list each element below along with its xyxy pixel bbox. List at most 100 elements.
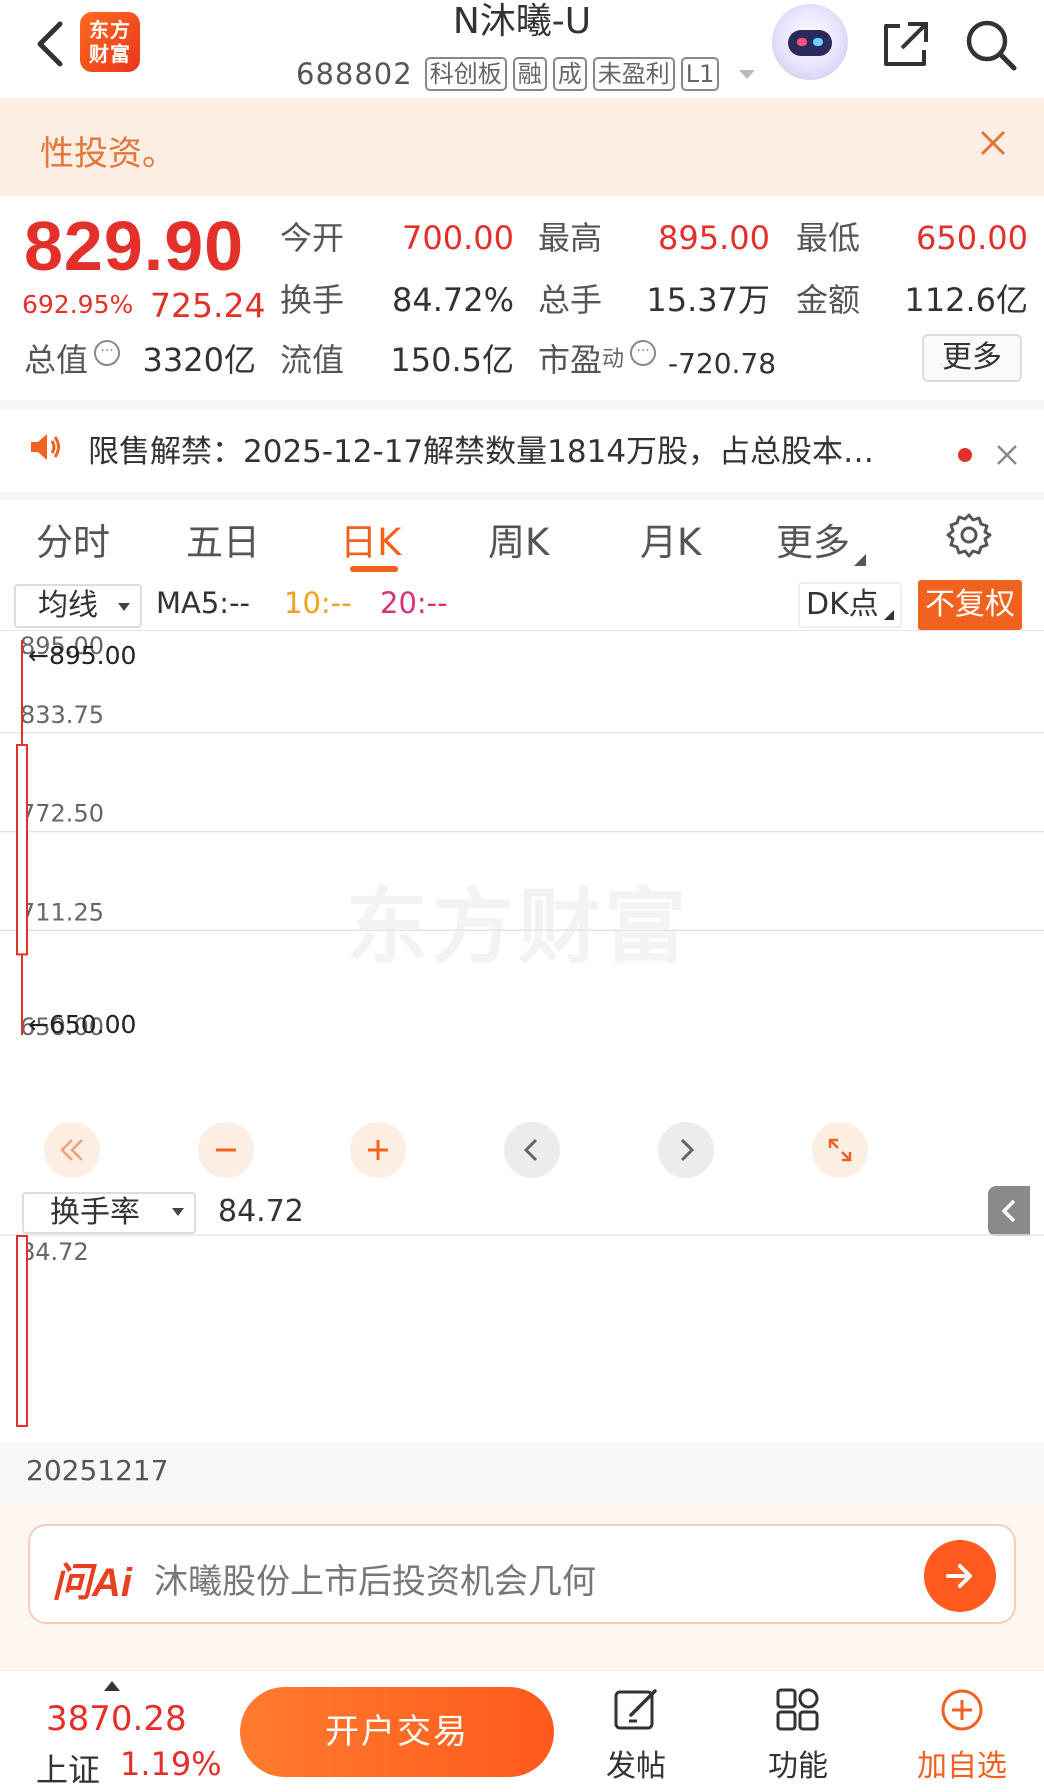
index-value[interactable]: 3870.28 (46, 1699, 187, 1739)
more-button[interactable]: 更多 (922, 334, 1022, 382)
tag-component: 成 (552, 57, 587, 91)
ma20-label: 20:-- (380, 586, 448, 620)
date-axis: 20251217 (0, 1442, 1044, 1504)
divider (0, 400, 1044, 410)
stock-code: 688802 (296, 57, 413, 91)
tab-monthly-k[interactable]: 月K (640, 512, 701, 566)
speaker-icon (31, 434, 60, 460)
dk-point-button[interactable]: DK点 (798, 582, 902, 628)
open-label: 今开 (280, 219, 345, 257)
info-icon[interactable]: ··· (630, 340, 657, 366)
tag-unprofitable: 未盈利 (592, 57, 675, 91)
info-icon[interactable]: ··· (94, 340, 121, 366)
ma-select[interactable]: 均线 (14, 584, 142, 628)
open-value: 700.00 (402, 219, 514, 257)
tab-intraday[interactable]: 分时 (36, 512, 110, 566)
ma10-label: 10:-- (284, 586, 352, 620)
index-percent: 1.19% (120, 1745, 222, 1783)
zoom-in-button[interactable] (350, 1122, 406, 1178)
unlock-notice[interactable]: 限售解禁：2025-12-17解禁数量1814万股，占总股本… (0, 410, 1044, 492)
amount-label: 金额 (796, 281, 861, 319)
banner-text: 性投资。 (40, 134, 176, 174)
turnover-value: 84.72% (391, 281, 514, 319)
pe-label: 市盈动 ··· (538, 340, 657, 380)
risk-banner: 性投资。 (0, 98, 1044, 196)
chevron-down-icon[interactable] (739, 69, 756, 79)
ai-question-box[interactable]: 问Ai 沐曦股份上市后投资机会几何 (28, 1524, 1016, 1624)
arrow-up-icon (104, 1681, 120, 1691)
share-icon[interactable] (878, 18, 932, 72)
index-name: 上证 (36, 1751, 101, 1789)
notice-text: 限售解禁：2025-12-17解禁数量1814万股，占总股本… (88, 434, 875, 470)
nav-post[interactable]: 发帖 (586, 1685, 686, 1785)
add-circle-icon (941, 1689, 983, 1731)
low-value: 650.00 (916, 219, 1028, 257)
search-icon[interactable] (962, 16, 1018, 72)
gear-icon[interactable] (946, 512, 992, 558)
change-amount: 725.24 (150, 286, 266, 325)
no-adjust-button[interactable]: 不复权 (918, 580, 1022, 630)
grid-icon (776, 1688, 819, 1731)
tab-five-day[interactable]: 五日 (186, 512, 260, 566)
high-marker: ←895.00 (28, 641, 136, 670)
float-cap-label: 流值 (280, 341, 345, 379)
tab-weekly-k[interactable]: 周K (488, 512, 549, 566)
close-icon[interactable] (996, 444, 1018, 466)
tab-more[interactable]: 更多 (776, 512, 866, 566)
tag-margin: 融 (512, 57, 547, 91)
tab-daily-k[interactable]: 日K (340, 512, 401, 566)
float-cap-value: 150.5亿 (390, 341, 514, 379)
grid-lines (0, 630, 1044, 931)
change-percent: 692.95% (22, 290, 134, 319)
caret-down-icon (118, 603, 130, 611)
ai-logo: 问Ai (52, 1561, 132, 1605)
bottom-bar: 3870.28 上证 1.19% 开户交易 发帖 功能 加自选 (0, 1670, 1044, 1792)
open-account-trade-button[interactable]: 开户交易 (240, 1687, 554, 1777)
stock-sub-info[interactable]: 688802 科创板 融 成 未盈利 L1 (296, 54, 756, 94)
scroll-right-button[interactable] (658, 1122, 714, 1178)
y-tick-label: 711.25 (20, 898, 104, 926)
total-cap-value: 3320亿 (142, 341, 256, 379)
candle-body (16, 743, 28, 956)
chevron-left-icon (523, 1138, 538, 1162)
scroll-left-button[interactable] (504, 1122, 560, 1178)
fast-rewind-button[interactable] (44, 1122, 100, 1178)
high-value: 895.00 (658, 219, 770, 257)
zoom-out-button[interactable] (198, 1122, 254, 1178)
current-price: 829.90 (24, 207, 245, 285)
arrow-right-icon (946, 1564, 972, 1588)
tag-star-market: 科创板 (424, 57, 507, 91)
total-cap-label: 总值 ··· (24, 340, 121, 380)
divider (0, 492, 1044, 500)
candles (16, 640, 28, 1035)
amount-value: 112.6亿 (904, 281, 1028, 319)
date-label: 20251217 (26, 1454, 169, 1487)
compose-icon (614, 1689, 657, 1730)
y-tick-label: 833.75 (20, 701, 104, 729)
unread-dot (958, 448, 972, 462)
corner-triangle-icon (884, 610, 894, 620)
tag-level: L1 (680, 57, 720, 91)
minus-icon (216, 1148, 236, 1152)
nav-functions[interactable]: 功能 (748, 1685, 848, 1785)
low-marker: ←650.00 (28, 1010, 136, 1039)
chart-period-tabs: 分时 五日 日K 周K 月K 更多 (0, 500, 1044, 580)
y-tick-label: 772.50 (20, 800, 104, 828)
volume-label: 总手 (538, 281, 603, 319)
ai-question-text: 沐曦股份上市后投资机会几何 (154, 1562, 596, 1602)
indicator-y-label: 84.72 (20, 1238, 89, 1266)
pe-value: -720.78 (668, 347, 777, 380)
low-label: 最低 (796, 219, 861, 257)
high-label: 最高 (538, 219, 603, 257)
ai-submit-button[interactable] (924, 1540, 996, 1612)
turnover-chart[interactable]: 84.72 (0, 1188, 1044, 1438)
expand-icon (828, 1138, 852, 1162)
double-chevron-left-icon (60, 1139, 83, 1161)
turnover-bar (16, 1235, 28, 1427)
fullscreen-button[interactable] (812, 1122, 868, 1178)
ai-robot-avatar[interactable] (772, 4, 848, 80)
kline-chart[interactable]: 895.00833.75772.50711.25650.00 ←895.00←6… (0, 630, 1044, 1190)
nav-add-watchlist[interactable]: 加自选 (912, 1685, 1012, 1785)
close-icon[interactable] (978, 128, 1008, 158)
turnover-label: 换手 (280, 281, 345, 319)
